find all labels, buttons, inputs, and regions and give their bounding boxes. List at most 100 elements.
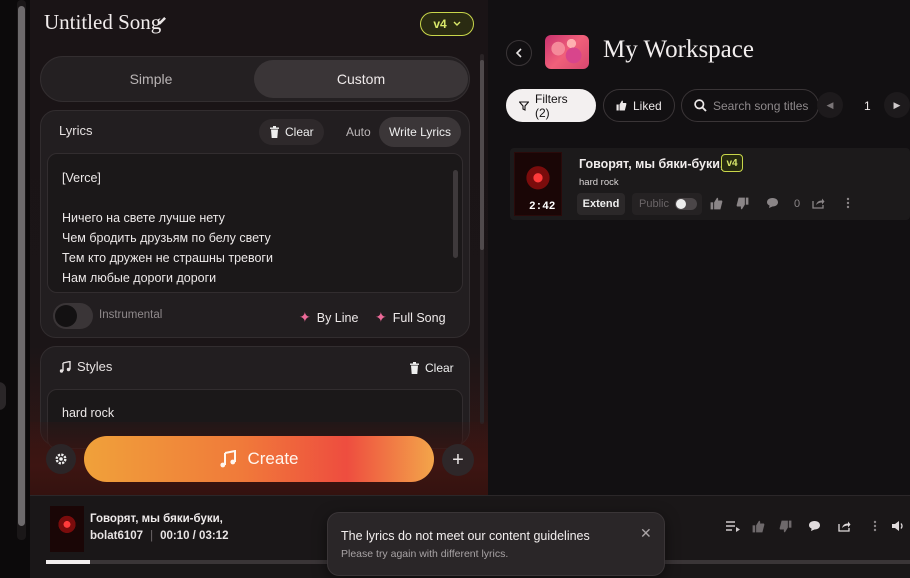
liked-filter-button[interactable]: Liked xyxy=(603,89,675,122)
share-icon[interactable] xyxy=(812,197,825,209)
write-lyrics-button[interactable]: Write Lyrics xyxy=(379,117,462,147)
player-separator: | xyxy=(150,530,154,542)
player-time: 00:10 / 03:12 xyxy=(160,530,229,542)
generate-full-song-button[interactable]: ✦ Full Song xyxy=(375,309,446,326)
public-toggle[interactable]: Public xyxy=(632,193,702,215)
player-artist[interactable]: bolat6107 xyxy=(90,530,143,542)
clear-styles-label: Clear xyxy=(425,361,454,375)
back-button[interactable] xyxy=(506,40,532,66)
search-icon xyxy=(694,99,707,112)
plus-icon: + xyxy=(452,448,464,471)
error-toast: The lyrics do not meet our content guide… xyxy=(327,512,665,576)
thumbs-down-icon[interactable] xyxy=(779,520,792,533)
panel-scrollbar[interactable] xyxy=(478,54,486,424)
trash-icon xyxy=(269,126,280,138)
styles-label: Styles xyxy=(77,359,113,374)
sparkle-icon: ✦ xyxy=(375,309,387,325)
comment-count: 0 xyxy=(794,198,801,210)
by-line-label: By Line xyxy=(316,310,359,325)
song-cover[interactable]: 2:42 xyxy=(514,152,562,216)
song-title[interactable]: Untitled Song xyxy=(44,10,161,35)
instrumental-toggle[interactable] xyxy=(53,303,93,329)
clear-lyrics-label: Clear xyxy=(285,125,314,139)
more-options-icon[interactable] xyxy=(846,197,850,209)
filter-icon xyxy=(519,100,529,111)
styles-header: Styles xyxy=(59,359,112,374)
music-note-icon xyxy=(219,450,237,468)
song-duration: 2:42 xyxy=(529,201,556,213)
lyrics-label: Lyrics xyxy=(59,123,93,138)
thumbs-up-icon xyxy=(616,100,627,111)
tab-simple[interactable]: Simple xyxy=(44,60,258,98)
extend-button[interactable]: Extend xyxy=(577,193,625,215)
public-switch xyxy=(674,198,697,210)
liked-label: Liked xyxy=(633,98,662,113)
player-progress-fill xyxy=(46,560,90,564)
workspace-thumbnail xyxy=(545,35,589,69)
edit-pencil-icon[interactable] xyxy=(156,15,168,27)
thumbs-down-icon[interactable] xyxy=(736,197,749,210)
sidebar-collapse-handle[interactable] xyxy=(0,382,6,410)
lyrics-card: Lyrics Clear Auto Write Lyrics [Verce] Н… xyxy=(40,110,470,338)
gear-icon xyxy=(54,452,68,466)
page-number: 1 xyxy=(864,99,871,113)
create-button[interactable]: Create xyxy=(84,436,434,482)
full-song-label: Full Song xyxy=(392,310,446,325)
page-prev-button[interactable]: ◀ xyxy=(817,92,843,118)
add-button[interactable]: + xyxy=(442,444,474,476)
music-note-icon xyxy=(59,360,71,373)
instrumental-label: Instrumental xyxy=(99,309,163,321)
clear-lyrics-button[interactable]: Clear xyxy=(259,119,324,145)
toast-message: Please try again with different lyrics. xyxy=(341,548,509,560)
left-gutter xyxy=(0,0,30,578)
lyrics-textarea[interactable]: [Verce] Ничего на свете лучше нету Чем б… xyxy=(47,153,463,293)
comment-icon[interactable] xyxy=(808,520,821,532)
app-root: Untitled Song v4 Simple Custom Lyrics Cl… xyxy=(0,0,910,578)
queue-icon[interactable] xyxy=(726,520,740,532)
tab-custom[interactable]: Custom xyxy=(254,60,468,98)
workspace-panel: My Workspace Filters (2) Liked Search so… xyxy=(488,0,910,495)
clear-styles-button[interactable]: Clear xyxy=(399,355,464,381)
player-meta: bolat6107 | 00:10 / 03:12 xyxy=(90,530,228,542)
panel-scrollbar-thumb[interactable] xyxy=(480,60,484,250)
page-next-button[interactable]: ▶ xyxy=(884,92,910,118)
lyrics-scrollbar[interactable] xyxy=(452,160,458,284)
workspace-title: My Workspace xyxy=(603,36,754,63)
song-version-badge: v4 xyxy=(721,154,743,172)
song-row[interactable]: 2:42 Говорят, мы бяки-буки, v4 hard rock… xyxy=(510,148,910,220)
thumbs-up-icon[interactable] xyxy=(752,520,765,533)
caret-right-icon: ▶ xyxy=(893,99,901,110)
player-cover[interactable] xyxy=(50,506,84,552)
sparkle-icon: ✦ xyxy=(299,309,311,325)
search-placeholder: Search song titles xyxy=(713,98,809,113)
page-scrollbar[interactable] xyxy=(17,0,26,540)
mode-toggle: Simple Custom xyxy=(40,56,470,102)
create-panel: Untitled Song v4 Simple Custom Lyrics Cl… xyxy=(30,0,488,495)
chevron-down-icon xyxy=(453,21,461,27)
settings-button[interactable] xyxy=(46,444,76,474)
model-version-select[interactable]: v4 xyxy=(420,12,474,36)
player-song-title[interactable]: Говорят, мы бяки-буки, xyxy=(90,513,223,525)
generate-by-line-button[interactable]: ✦ By Line xyxy=(299,309,358,326)
styles-value: hard rock xyxy=(62,406,115,420)
auto-lyrics-button[interactable]: Auto xyxy=(341,119,376,145)
search-field[interactable]: Search song titles xyxy=(681,89,819,122)
model-version-label: v4 xyxy=(433,17,447,31)
more-options-icon[interactable] xyxy=(873,520,877,532)
song-style-tag[interactable]: hard rock xyxy=(579,177,619,188)
close-icon[interactable]: ✕ xyxy=(640,525,652,542)
comment-icon[interactable] xyxy=(766,197,779,209)
song-title-link[interactable]: Говорят, мы бяки-буки, xyxy=(579,157,723,171)
caret-left-icon: ◀ xyxy=(826,99,834,110)
filters-label: Filters (2) xyxy=(535,91,568,120)
thumbs-up-icon[interactable] xyxy=(710,197,723,210)
toast-title: The lyrics do not meet our content guide… xyxy=(341,529,590,543)
lyrics-text: [Verce] Ничего на свете лучше нету Чем б… xyxy=(62,171,273,285)
page-scrollbar-thumb[interactable] xyxy=(18,6,25,526)
filters-button[interactable]: Filters (2) xyxy=(506,89,596,122)
volume-icon[interactable] xyxy=(892,520,906,532)
trash-icon xyxy=(409,362,420,374)
chevron-left-icon xyxy=(515,48,523,58)
public-label: Public xyxy=(639,198,669,210)
share-icon[interactable] xyxy=(838,520,851,532)
